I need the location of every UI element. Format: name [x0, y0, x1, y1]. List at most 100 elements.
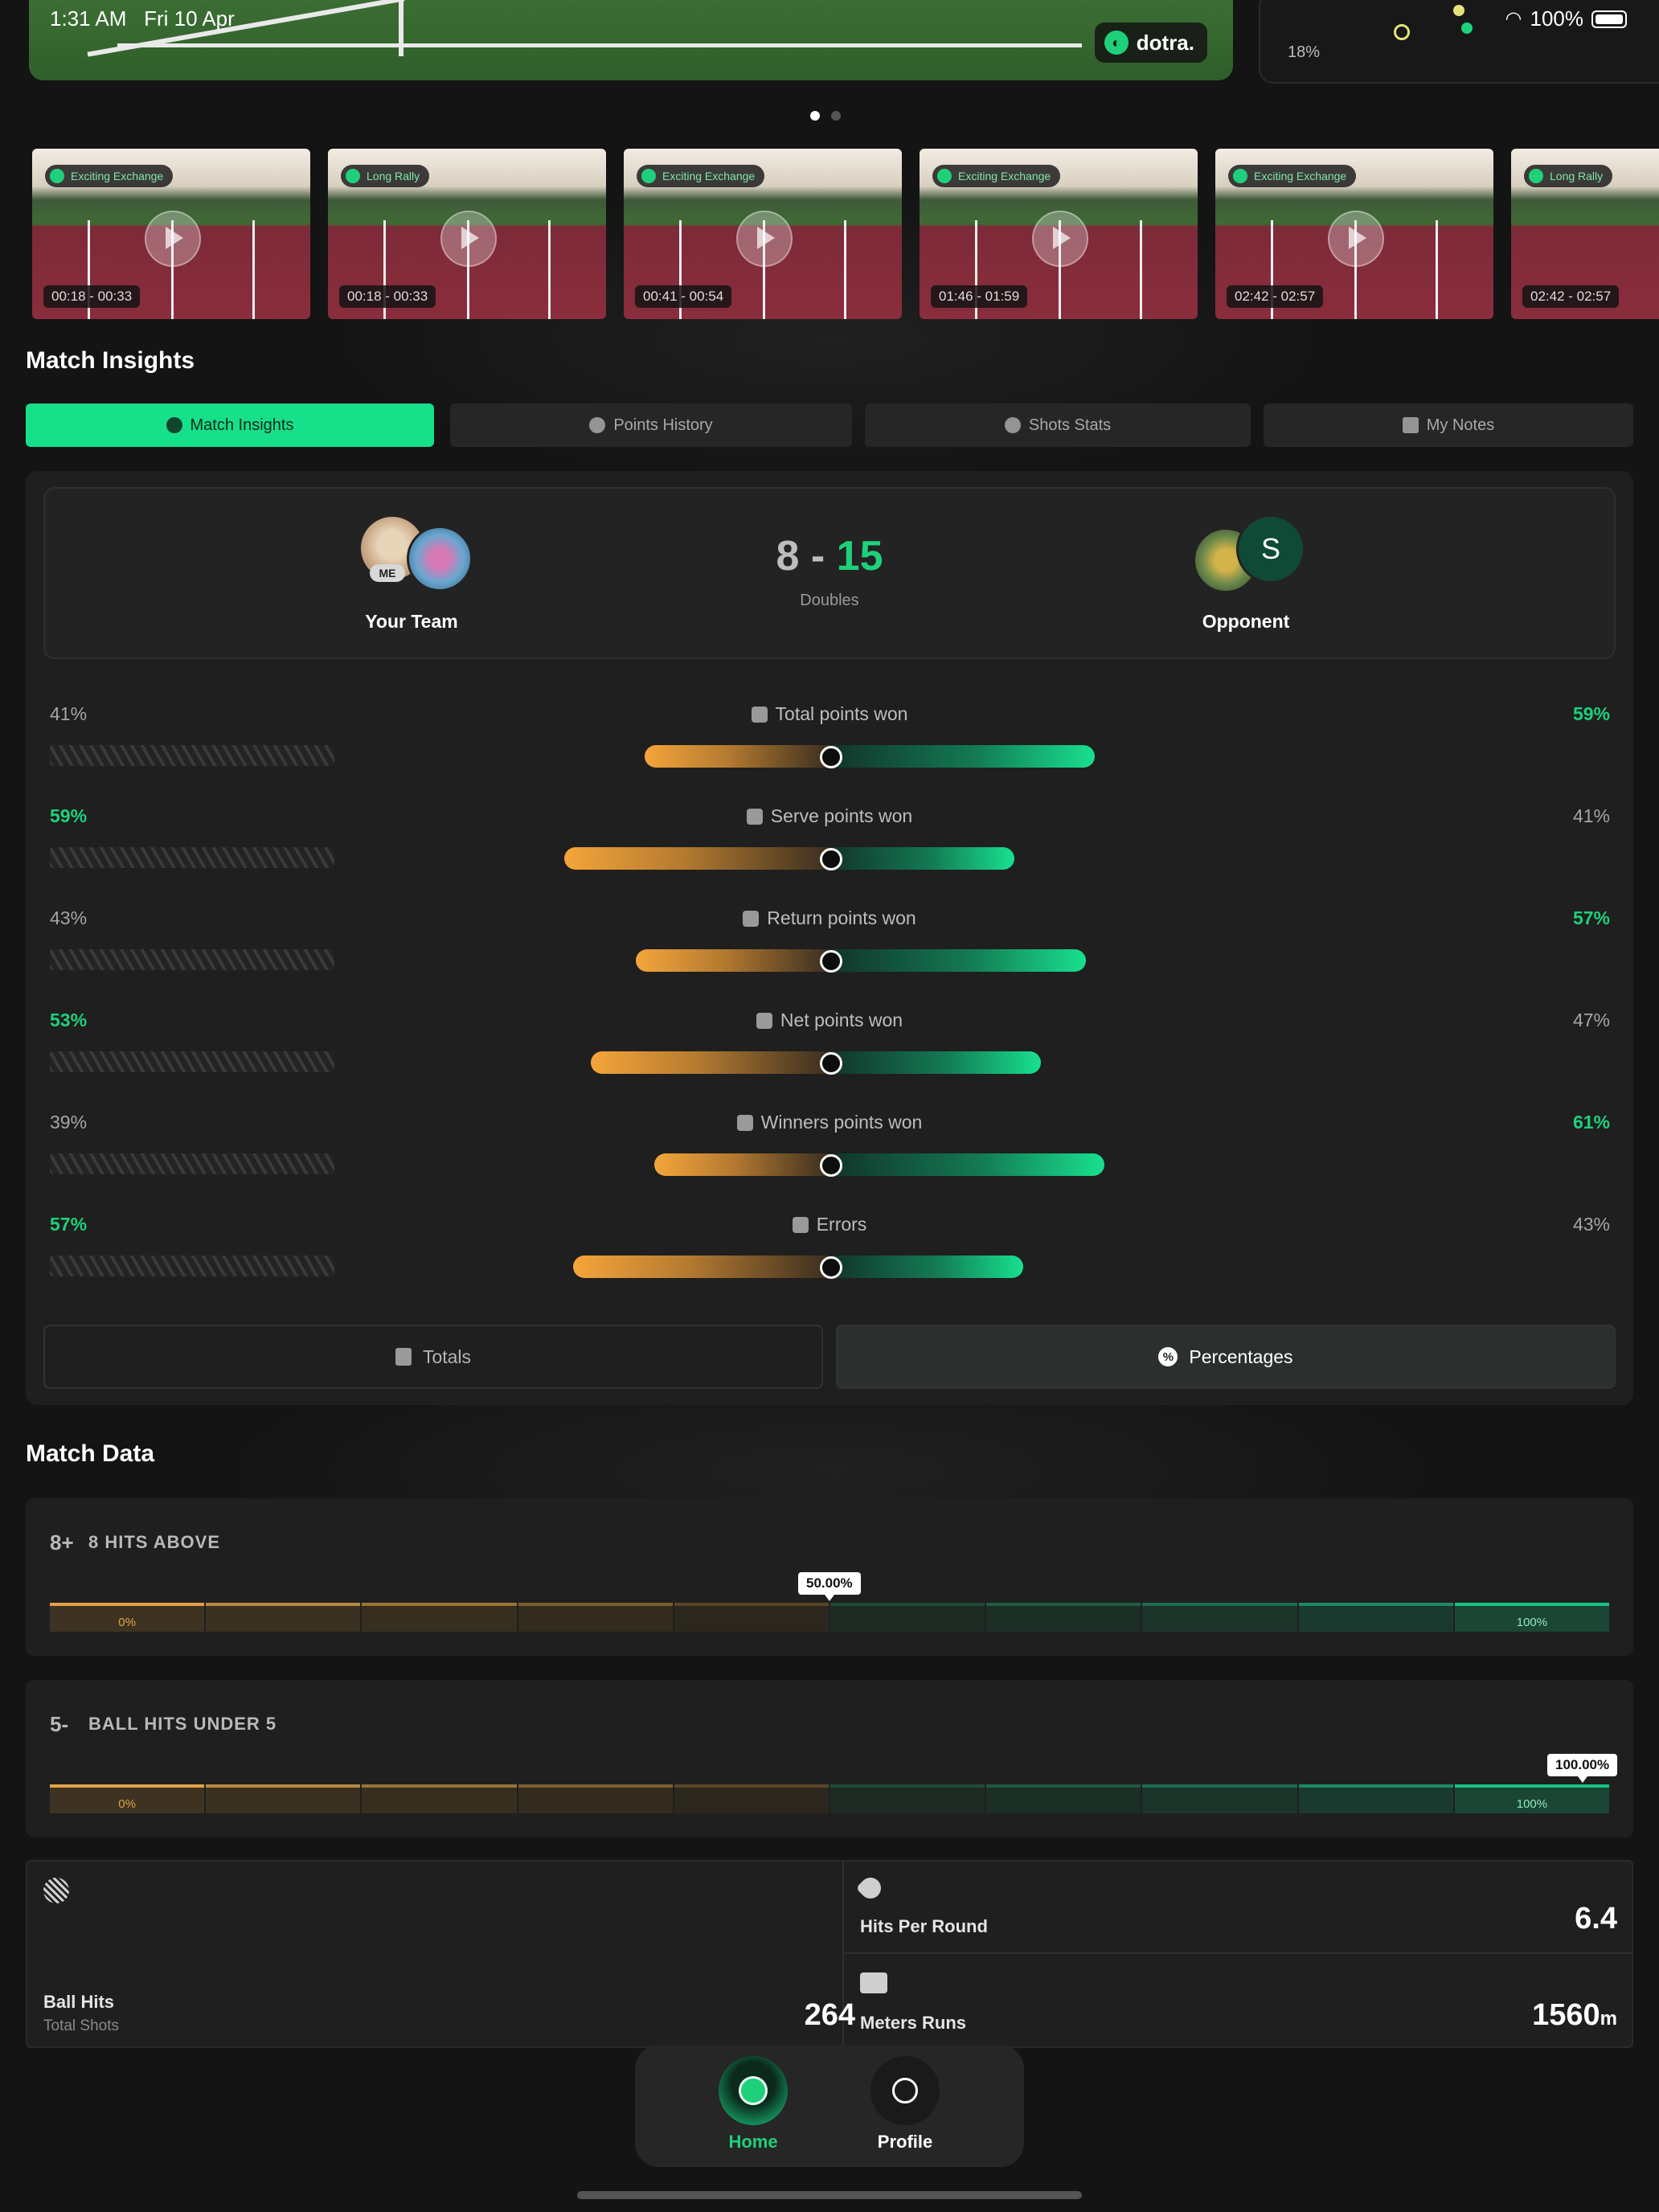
percentages-button[interactable]: % Percentages: [836, 1325, 1616, 1389]
stat-label-text: Winners points won: [760, 1112, 923, 1133]
date-text: Fri 10 Apr: [144, 6, 235, 31]
clip-thumbnail[interactable]: Exciting Exchange 01:46 - 01:59: [920, 149, 1198, 319]
scale-max-label: 100%: [1516, 1616, 1548, 1629]
partner-avatar[interactable]: [407, 526, 473, 592]
clip-time: 02:42 - 02:57: [1227, 285, 1324, 308]
me-badge: ME: [370, 564, 405, 582]
stat-team-value: 43%: [50, 907, 88, 928]
progress-segment: [518, 1603, 673, 1632]
home-indicator: [577, 2191, 1082, 2199]
match-data-prefix: 8+: [50, 1530, 74, 1555]
scale-max-label: 100%: [1516, 1797, 1548, 1811]
progress-segment: [518, 1784, 673, 1813]
stat-label: Errors: [563, 1214, 1096, 1235]
clip-tag: Exciting Exchange: [45, 165, 174, 187]
progress-segment: [986, 1784, 1141, 1813]
your-team-label: Your Team: [365, 611, 458, 632]
clip-tag-label: Exciting Exchange: [71, 170, 164, 182]
match-data-prefix: 5-: [50, 1712, 69, 1736]
progress-segment: [362, 1603, 517, 1632]
stat-team-value: 39%: [50, 1112, 88, 1133]
progress-segment: [206, 1603, 361, 1632]
page-dot[interactable]: [831, 111, 841, 121]
stat-hatch-track: [50, 1256, 334, 1276]
nav-profile-label[interactable]: Profile: [849, 2132, 961, 2153]
tab-points-history[interactable]: Points History: [450, 403, 852, 447]
team-bar: [563, 847, 830, 870]
match-data-card: [26, 1680, 1633, 1837]
page-indicator[interactable]: [810, 111, 841, 121]
bar-center-knob: [820, 848, 842, 870]
score-separator: -: [810, 533, 825, 580]
nav-home-label[interactable]: Home: [697, 2132, 809, 2153]
stat-opponent-value: 57%: [1572, 907, 1610, 928]
clip-time: 01:46 - 01:59: [931, 285, 1028, 308]
progress-segment: [986, 1603, 1141, 1632]
meters-label: Meters Runs: [860, 2013, 967, 2033]
brand-badge: ◐ dotra.: [1094, 23, 1207, 63]
clip-thumbnail[interactable]: Exciting Exchange 02:42 - 02:57: [1215, 149, 1493, 319]
bar-center-knob: [820, 1256, 842, 1279]
play-icon[interactable]: [145, 211, 201, 268]
page-dot-active[interactable]: [810, 111, 820, 121]
progress-segment: 100%: [1454, 1784, 1610, 1813]
progress-segment: [1142, 1603, 1297, 1632]
clip-thumbnail[interactable]: Long Rally 02:42 - 02:57: [1511, 149, 1659, 319]
clip-thumbnail[interactable]: Exciting Exchange 00:18 - 00:33: [32, 149, 310, 319]
dotra-logo-icon: ◐: [1104, 31, 1129, 55]
progress-segment: [362, 1784, 517, 1813]
tab-my-notes[interactable]: My Notes: [1264, 403, 1633, 447]
opponent-initial-avatar[interactable]: S: [1236, 514, 1305, 584]
shoe-icon: [860, 1972, 887, 1993]
value-marker: 100.00%: [1547, 1754, 1618, 1783]
team-bar: [653, 1153, 830, 1176]
play-icon[interactable]: [440, 211, 497, 268]
bar-center-knob: [820, 950, 842, 973]
play-icon[interactable]: [1032, 211, 1088, 268]
progress-segment: [1298, 1603, 1453, 1632]
tag-icon: [641, 169, 656, 183]
stat-team-value: 57%: [50, 1214, 88, 1235]
stat-opponent-value: 41%: [1572, 805, 1610, 826]
tab-label: Points History: [613, 416, 713, 434]
net-icon: [756, 1013, 772, 1029]
match-data-title: BALL HITS UNDER 5: [88, 1714, 277, 1734]
progress-segment: [830, 1603, 985, 1632]
stat-opponent-value: 59%: [1572, 703, 1610, 724]
stat-opponent-value: 61%: [1572, 1112, 1610, 1133]
progress-segment: [1142, 1784, 1297, 1813]
meters-unit: m: [1600, 2008, 1617, 2030]
value-marker: 50.00%: [798, 1572, 861, 1601]
status-time: 1:31 AM Fri 10 Apr: [50, 6, 235, 31]
clip-thumbnail[interactable]: Exciting Exchange 00:41 - 00:54: [624, 149, 902, 319]
divider: [844, 1952, 1632, 1954]
match-data-title: 8 HITS ABOVE: [88, 1532, 220, 1552]
clip-tag: Exciting Exchange: [637, 165, 765, 187]
stat-hatch-track: [50, 1051, 334, 1072]
play-icon[interactable]: [736, 211, 793, 268]
team-bar: [636, 949, 830, 972]
profile-icon[interactable]: [870, 2056, 940, 2125]
home-icon[interactable]: [719, 2056, 788, 2125]
bar-center-knob: [820, 746, 842, 768]
winner-icon: [736, 1115, 753, 1131]
progress-segment: [206, 1784, 361, 1813]
serve-icon: [746, 809, 763, 825]
clip-tag-label: Exciting Exchange: [958, 170, 1051, 182]
tab-shots-stats[interactable]: Shots Stats: [865, 403, 1251, 447]
paddle-icon: [166, 417, 182, 433]
dot-icon: [1461, 23, 1473, 34]
stat-label-text: Return points won: [767, 907, 916, 928]
stat-hatch-track: [50, 745, 334, 766]
section-title-match-data: Match Data: [26, 1440, 155, 1467]
progress-segments: 0% 100%: [50, 1603, 1610, 1632]
scale-min-label: 0%: [118, 1616, 136, 1629]
team-bar: [572, 1256, 830, 1278]
stat-team-value: 41%: [50, 703, 88, 724]
clip-thumbnail[interactable]: Long Rally 00:18 - 00:33: [328, 149, 606, 319]
section-title-insights: Match Insights: [26, 347, 195, 374]
play-icon[interactable]: [1328, 211, 1384, 268]
totals-button[interactable]: Totals: [43, 1325, 823, 1389]
profile-circle: [892, 2078, 918, 2103]
tab-match-insights[interactable]: Match Insights: [26, 403, 434, 447]
